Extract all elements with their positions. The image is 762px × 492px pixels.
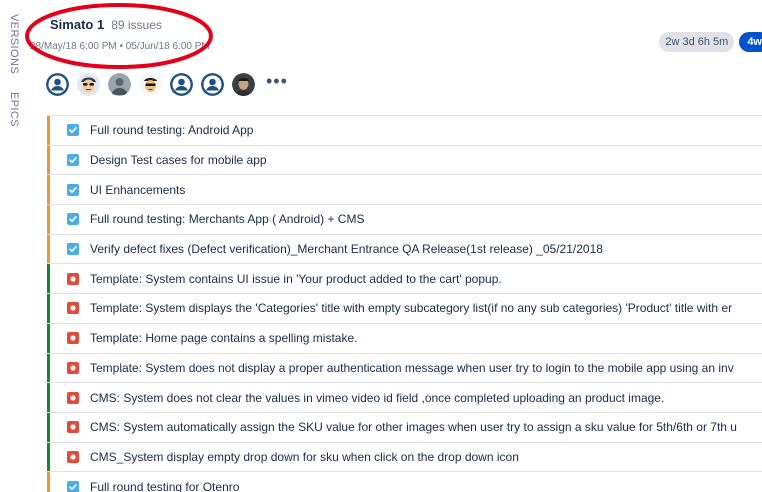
- bug-priority-stripe: [47, 323, 50, 353]
- issue-summary[interactable]: CMS: System automatically assign the SKU…: [90, 420, 737, 434]
- default-user-icon[interactable]: [46, 73, 69, 96]
- photo-avatar[interactable]: [108, 73, 131, 96]
- sprint-title-line: Simato 1 89 issues: [50, 16, 762, 34]
- bug-priority-stripe: [47, 353, 50, 383]
- issue-row[interactable]: Template: System displays the 'Categorie…: [47, 293, 762, 323]
- issue-summary[interactable]: Full round testing for Otenro: [90, 480, 239, 492]
- issue-row[interactable]: Template: System does not display a prop…: [47, 352, 762, 383]
- assignee-avatars: •••: [46, 72, 288, 96]
- issue-summary[interactable]: Template: System does not display a prop…: [90, 361, 734, 375]
- issue-row[interactable]: Template: System contains UI issue in 'Y…: [47, 263, 762, 294]
- cartoon-face-icon[interactable]: [77, 73, 100, 96]
- issue-row[interactable]: CMS: System automatically assign the SKU…: [47, 411, 762, 442]
- issue-summary[interactable]: CMS: System does not clear the values in…: [90, 391, 664, 405]
- issue-summary[interactable]: Full round testing: Android App: [90, 123, 253, 137]
- bug-icon: [67, 450, 79, 463]
- sprint-dates: 28/May/18 6:00 PM • 05/Jun/18 6:00 PM: [30, 41, 210, 52]
- time-badges: 2w 3d 6h 5m 4w: [659, 32, 762, 52]
- issue-row[interactable]: Template: Home page contains a spelling …: [47, 322, 762, 353]
- cartoon-face-icon[interactable]: [139, 73, 162, 96]
- bug-priority-stripe: [47, 412, 50, 442]
- issue-row[interactable]: CMS: System does not clear the values in…: [47, 382, 762, 412]
- bug-priority-stripe: [47, 442, 50, 472]
- default-user-icon[interactable]: [201, 73, 224, 96]
- bug-icon: [67, 391, 79, 404]
- issue-summary[interactable]: Template: Home page contains a spelling …: [90, 331, 357, 345]
- bug-priority-stripe: [47, 264, 50, 294]
- remaining-time-badge: 2w 3d 6h 5m: [659, 32, 735, 52]
- issue-summary[interactable]: Verify defect fixes (Defect verification…: [90, 242, 603, 256]
- task-icon: [67, 213, 79, 226]
- bug-priority-stripe: [47, 294, 50, 323]
- task-priority-stripe: [47, 234, 50, 264]
- task-priority-stripe: [47, 116, 50, 145]
- issue-count: 89 issues: [111, 18, 162, 32]
- issue-list: Full round testing: Android App Design Te…: [47, 115, 762, 492]
- task-priority-stripe: [47, 205, 50, 234]
- issue-row[interactable]: UI Enhancements: [47, 174, 762, 205]
- sprint-header: Simato 1 89 issues 28/May/18 6:00 PM • 05…: [30, 16, 762, 56]
- issue-summary[interactable]: Template: System contains UI issue in 'Y…: [90, 272, 502, 286]
- bug-icon: [67, 361, 79, 374]
- bug-icon: [67, 272, 79, 285]
- issue-row[interactable]: Full round testing: Android App: [47, 115, 762, 145]
- task-icon: [67, 480, 79, 492]
- issue-row[interactable]: Design Test cases for mobile app: [47, 144, 762, 175]
- issue-summary[interactable]: Template: System displays the 'Categorie…: [90, 301, 732, 315]
- bug-icon: [67, 332, 79, 345]
- issue-summary[interactable]: Design Test cases for mobile app: [90, 153, 267, 167]
- task-priority-stripe: [47, 472, 50, 492]
- issue-row[interactable]: Full round testing for Otenro: [47, 471, 762, 492]
- estimate-badge: 4w: [739, 32, 762, 52]
- task-priority-stripe: [47, 175, 50, 205]
- versions-tab[interactable]: VERSIONS: [8, 14, 20, 74]
- photo-avatar[interactable]: [232, 73, 255, 96]
- task-icon: [67, 243, 79, 256]
- task-icon: [67, 183, 79, 196]
- bug-icon: [67, 302, 79, 315]
- issue-summary[interactable]: CMS_System display empty drop down for s…: [90, 450, 519, 464]
- default-user-icon[interactable]: [170, 73, 193, 96]
- task-icon: [67, 124, 79, 137]
- issue-summary[interactable]: Full round testing: Merchants App ( Andr…: [90, 212, 364, 226]
- issue-row[interactable]: Verify defect fixes (Defect verification…: [47, 233, 762, 264]
- epics-tab[interactable]: EPICS: [8, 92, 20, 127]
- sprint-name[interactable]: Simato 1: [50, 17, 104, 32]
- task-priority-stripe: [47, 145, 50, 175]
- bug-priority-stripe: [47, 383, 50, 412]
- issue-summary[interactable]: UI Enhancements: [90, 183, 185, 197]
- issue-row[interactable]: Full round testing: Merchants App ( Andr…: [47, 204, 762, 234]
- task-icon: [67, 154, 79, 167]
- issue-row[interactable]: CMS_System display empty drop down for s…: [47, 441, 762, 472]
- bug-icon: [67, 421, 79, 434]
- more-assignees-button[interactable]: •••: [266, 72, 288, 90]
